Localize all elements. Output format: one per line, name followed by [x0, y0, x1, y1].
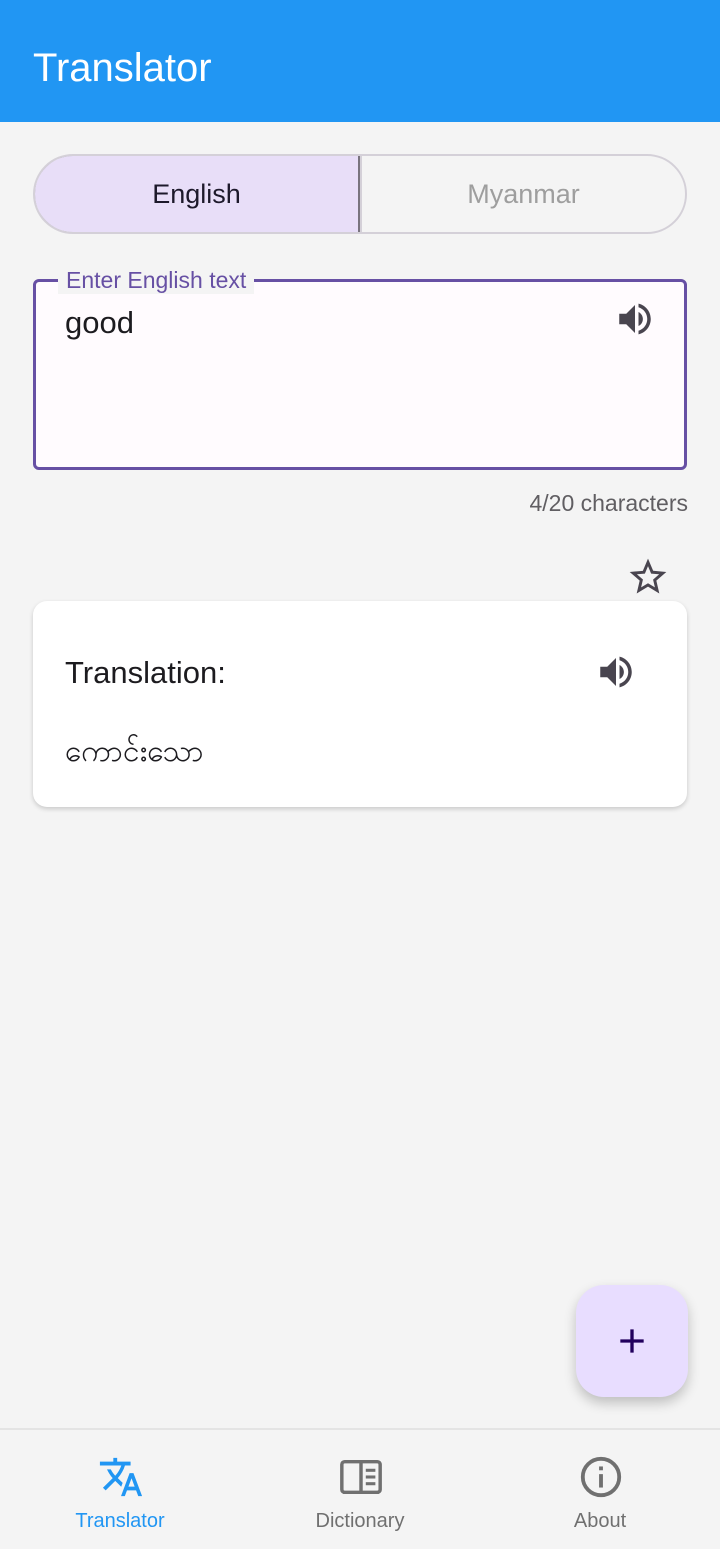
star-outline-icon[interactable] — [626, 555, 670, 599]
language-toggle: English Myanmar — [33, 154, 687, 234]
nav-label-about: About — [573, 1510, 627, 1532]
info-icon — [580, 1456, 622, 1498]
app-bar: Translator — [0, 0, 720, 122]
nav-item-translator[interactable]: Translator — [0, 1430, 240, 1549]
language-option-english[interactable]: English — [35, 156, 360, 232]
volume-up-icon[interactable] — [614, 298, 656, 340]
text-field-value[interactable]: good — [65, 304, 134, 342]
bottom-navigation: Translator Dictionary About — [0, 1428, 720, 1549]
english-text-field[interactable]: Enter English text good — [33, 266, 687, 470]
app-title: Translator — [33, 46, 212, 90]
add-icon — [620, 1329, 644, 1353]
nav-item-about[interactable]: About — [480, 1430, 720, 1549]
nav-label-translator: Translator — [75, 1510, 165, 1532]
text-field-label: Enter English text — [58, 266, 255, 294]
nav-item-dictionary[interactable]: Dictionary — [240, 1430, 480, 1549]
language-option-myanmar[interactable]: Myanmar — [360, 156, 685, 232]
dictionary-icon — [340, 1459, 382, 1495]
volume-up-icon[interactable] — [595, 651, 637, 693]
nav-label-dictionary: Dictionary — [315, 1510, 405, 1532]
add-button[interactable] — [576, 1285, 688, 1397]
translation-title: Translation: — [65, 655, 226, 690]
translate-icon — [99, 1457, 143, 1497]
character-counter: 4/20 characters — [529, 490, 688, 516]
translation-card: Translation: ကောင်းသော — [33, 601, 687, 807]
translation-result: ကောင်းသော — [65, 735, 204, 768]
